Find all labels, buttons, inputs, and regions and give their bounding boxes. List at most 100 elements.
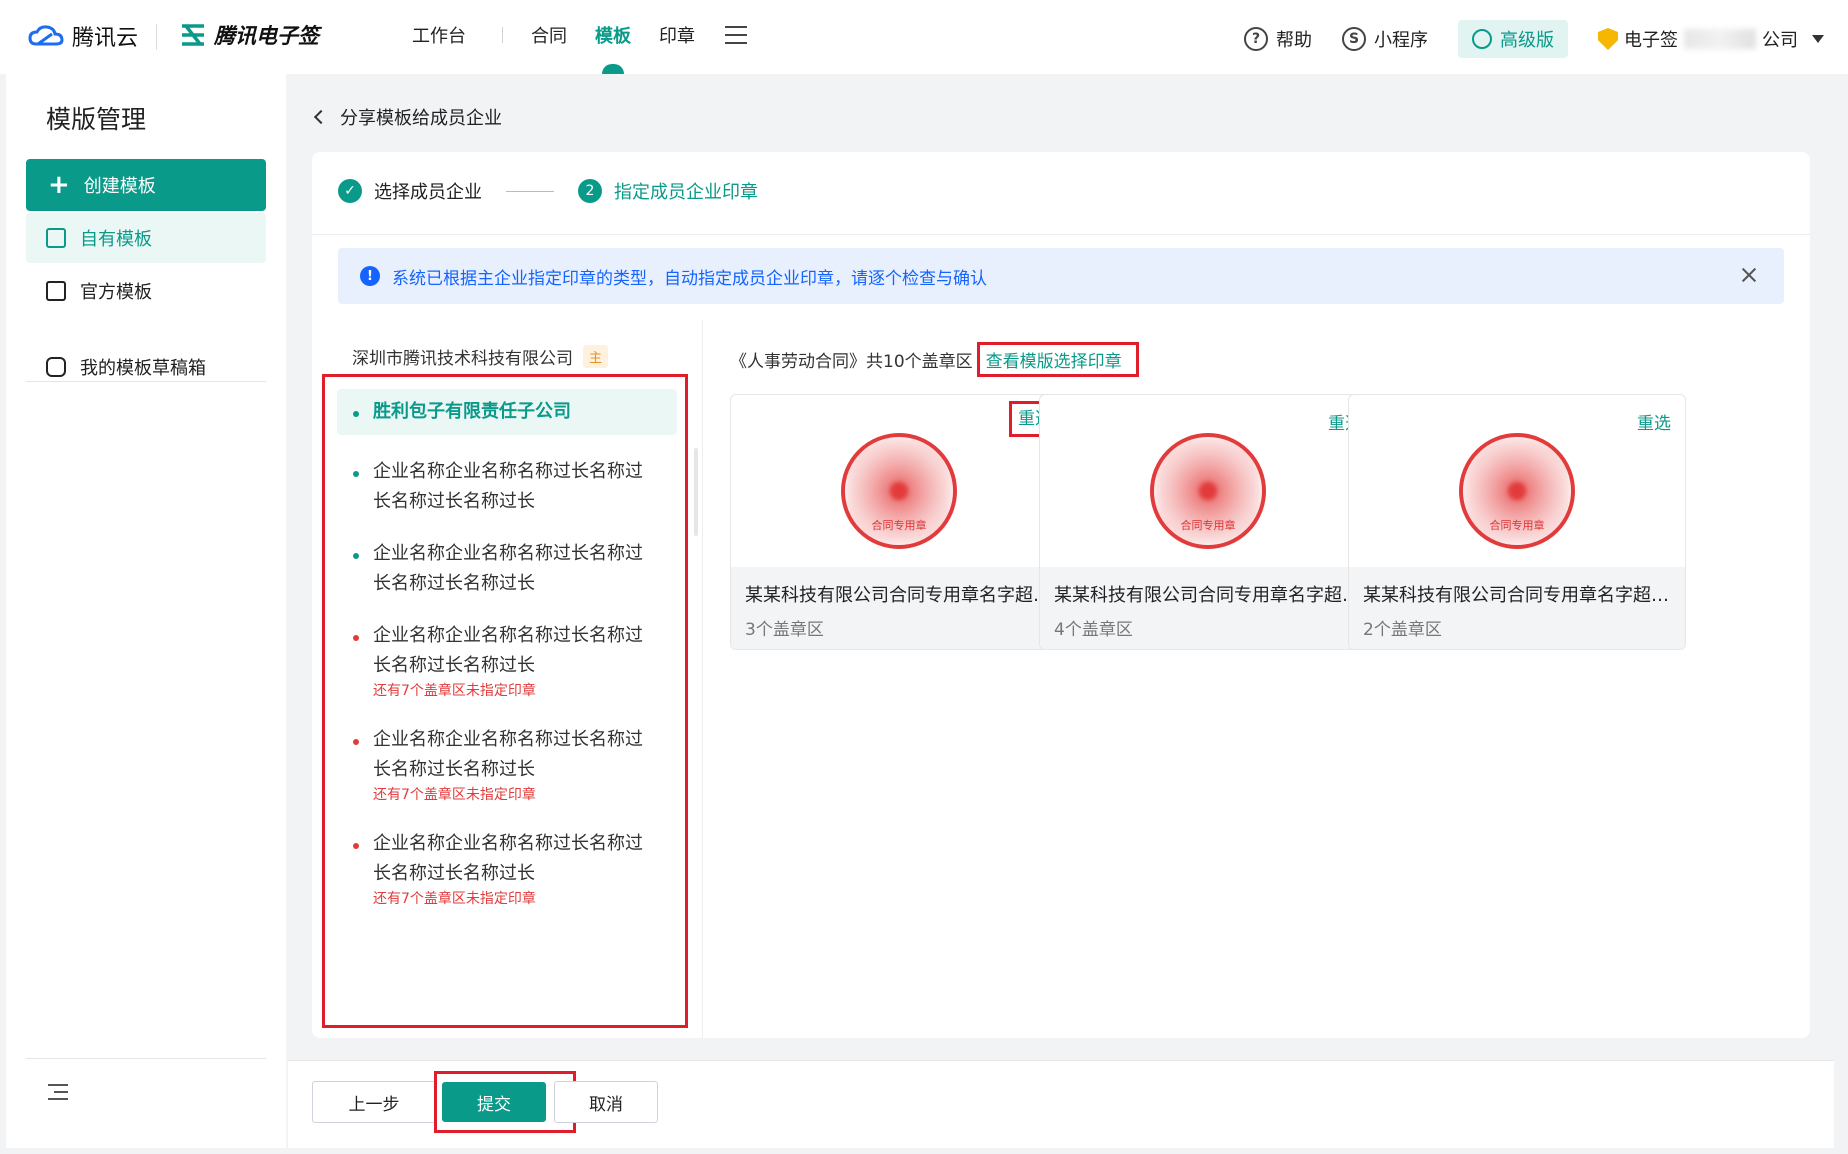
divider xyxy=(312,234,1810,235)
contract-summary: 《人事劳动合同》共10个盖章区 xyxy=(730,352,973,372)
nav-contract[interactable]: 合同 xyxy=(531,22,567,48)
member-warning: 还有7个盖章区未指定印章 xyxy=(373,891,536,907)
verified-shield-icon xyxy=(1598,28,1618,50)
miniprogram-label: 小程序 xyxy=(1374,30,1428,51)
footer-actions: 上一步 提交 取消 xyxy=(288,1060,1834,1148)
seal-image: 合同专用章 xyxy=(1150,433,1266,549)
member-item[interactable]: 企业名称企业名称名称过长名称过 长名称过长名称过长 还有7个盖章区未指定印章 xyxy=(337,713,677,817)
seal-card: 重选 合同专用章 某某科技有限公司合同专用章名字超长名字超长 2个盖章区 xyxy=(1348,394,1686,650)
product-name: 腾讯电子签 xyxy=(214,24,319,48)
view-template-seal-link[interactable]: 查看模版选择印章 xyxy=(976,342,1139,377)
member-item[interactable]: 企业名称企业名称名称过长名称过 长名称过长名称过长 xyxy=(337,527,677,611)
reselect-button[interactable]: 重选 xyxy=(1637,409,1671,434)
member-name: 胜利包子有限责任子公司 xyxy=(373,401,571,422)
premium-badge[interactable]: 高级版 xyxy=(1458,20,1568,58)
member-name: 企业名称企业名称名称过长名称过 xyxy=(373,833,643,854)
seal-count: 2个盖章区 xyxy=(1363,620,1442,640)
main-content: 分享模板给成员企业 ✓ 选择成员企业 2 指定成员企业印章 ! 系统已根据主企业… xyxy=(288,78,1834,1148)
sidebar-item-own-templates[interactable]: 自有模板 xyxy=(26,213,266,263)
member-item[interactable]: 企业名称企业名称名称过长名称过 长名称过长名称过长 还有7个盖章区未指定印章 xyxy=(337,609,677,713)
esign-logo[interactable]: 腾讯电子签 xyxy=(180,20,319,50)
sidebar-divider xyxy=(26,1058,266,1059)
help-icon: ? xyxy=(1244,27,1268,51)
info-icon: ! xyxy=(360,266,380,286)
main-company-name: 深圳市腾讯技术科技有限公司 xyxy=(352,349,573,369)
miniprogram-icon: S xyxy=(1342,27,1366,51)
member-name-line2: 长名称过长名称过长 xyxy=(373,759,535,780)
help-link[interactable]: ? 帮助 xyxy=(1244,26,1312,52)
member-list: 胜利包子有限责任子公司 企业名称企业名称名称过长名称过 长名称过长名称过长 企业… xyxy=(322,374,688,1028)
nav-template[interactable]: 模板 xyxy=(595,22,631,74)
nav-seal[interactable]: 印章 xyxy=(659,22,695,48)
menu-icon[interactable] xyxy=(725,26,747,44)
member-name: 企业名称企业名称名称过长名称过 xyxy=(373,729,643,750)
template-list-icon xyxy=(46,228,66,248)
seal-count: 3个盖章区 xyxy=(745,620,824,640)
tencent-cloud-logo[interactable]: 腾讯云 xyxy=(28,20,138,52)
sidebar-item-drafts[interactable]: 我的模板草稿箱 xyxy=(26,342,266,392)
seal-card: 重选 合同专用章 某某科技有限公司合同专用章名字超长名字超长 4个盖章区 xyxy=(1039,394,1377,650)
nav-divider xyxy=(502,27,503,43)
miniprogram-link[interactable]: S 小程序 xyxy=(1342,26,1428,52)
sidebar-title: 模版管理 xyxy=(46,105,147,134)
status-dot xyxy=(353,739,359,745)
seal-name: 某某科技有限公司合同专用章名字超长名字超长 xyxy=(1363,585,1671,606)
top-right-tools: ? 帮助 S 小程序 高级版 电子签 公司 xyxy=(1214,20,1824,58)
scrollbar[interactable] xyxy=(694,448,698,536)
collapse-sidebar-icon[interactable] xyxy=(48,1084,68,1100)
member-warning: 还有7个盖章区未指定印章 xyxy=(373,683,536,699)
member-name-line2: 长名称过长名称过长 xyxy=(373,573,535,594)
seal-text: 合同专用章 xyxy=(1489,519,1545,532)
status-dot xyxy=(353,411,359,417)
stepper: ✓ 选择成员企业 2 指定成员企业印章 xyxy=(338,178,758,204)
status-dot xyxy=(353,553,359,559)
seal-panel: 《人事劳动合同》共10个盖章区 查看模版选择印章 重选 合同专用章 某某科技有限… xyxy=(704,320,1810,1038)
close-icon[interactable] xyxy=(1740,266,1758,284)
sidebar: 模版管理 + 创建模板 自有模板 官方模板 我的模板草稿箱 xyxy=(6,74,286,1148)
company-name-redacted xyxy=(1684,29,1756,49)
esign-icon xyxy=(182,24,204,46)
brand-name: 腾讯云 xyxy=(72,26,139,51)
create-template-label: 创建模板 xyxy=(83,176,156,197)
seal-name: 某某科技有限公司合同专用章名字超长名字超长 xyxy=(1054,585,1362,606)
plus-icon: + xyxy=(48,170,70,200)
company-suffix: 公司 xyxy=(1762,30,1798,51)
create-template-button[interactable]: + 创建模板 xyxy=(26,159,266,211)
member-name-line2: 长名称过长名称过长 xyxy=(373,655,535,676)
brand-divider xyxy=(156,24,157,50)
member-warning: 还有7个盖章区未指定印章 xyxy=(373,787,536,803)
status-dot xyxy=(353,471,359,477)
back-link[interactable]: 分享模板给成员企业 xyxy=(313,104,502,130)
main-company: 深圳市腾讯技术科技有限公司 主 xyxy=(352,344,609,369)
cancel-button[interactable]: 取消 xyxy=(554,1081,658,1123)
seal-image: 合同专用章 xyxy=(841,433,957,549)
chevron-down-icon xyxy=(1812,35,1824,43)
share-card: ✓ 选择成员企业 2 指定成员企业印章 ! 系统已根据主企业指定印章的类型，自动… xyxy=(312,152,1810,1038)
member-item[interactable]: 企业名称企业名称名称过长名称过 长名称过长名称过长 xyxy=(337,445,677,529)
document-icon xyxy=(46,281,66,301)
member-item[interactable]: 胜利包子有限责任子公司 xyxy=(337,389,677,435)
submit-button[interactable]: 提交 xyxy=(442,1082,546,1122)
company-switcher[interactable]: 电子签 公司 xyxy=(1598,26,1824,52)
step-2-label: 指定成员企业印章 xyxy=(614,182,758,203)
main-tag: 主 xyxy=(583,345,609,368)
member-item[interactable]: 企业名称企业名称名称过长名称过 长名称过长名称过长 还有7个盖章区未指定印章 xyxy=(337,817,677,921)
previous-step-button[interactable]: 上一步 xyxy=(312,1081,436,1123)
member-name-line2: 长名称过长名称过长 xyxy=(373,863,535,884)
seal-text: 合同专用章 xyxy=(871,519,927,532)
sidebar-item-label: 我的模板草稿箱 xyxy=(80,358,206,379)
member-name: 企业名称企业名称名称过长名称过 xyxy=(373,543,643,564)
info-alert: ! 系统已根据主企业指定印章的类型，自动指定成员企业印章，请逐个检查与确认 xyxy=(338,248,1784,304)
contract-info: 《人事劳动合同》共10个盖章区 查看模版选择印章 xyxy=(730,342,1139,377)
status-dot xyxy=(353,635,359,641)
main-nav: 工作台 合同 模板 印章 xyxy=(412,22,747,74)
seal-name: 某某科技有限公司合同专用章名字超长名字超长 xyxy=(745,585,1053,606)
seal-count: 4个盖章区 xyxy=(1054,620,1133,640)
sidebar-item-official-templates[interactable]: 官方模板 xyxy=(26,266,266,316)
drafts-box-icon xyxy=(46,357,66,377)
step-2-number: 2 xyxy=(578,179,602,203)
nav-workbench[interactable]: 工作台 xyxy=(412,22,466,48)
check-icon: ✓ xyxy=(338,179,362,203)
member-name: 企业名称企业名称名称过长名称过 xyxy=(373,461,643,482)
column-divider xyxy=(702,320,703,1038)
